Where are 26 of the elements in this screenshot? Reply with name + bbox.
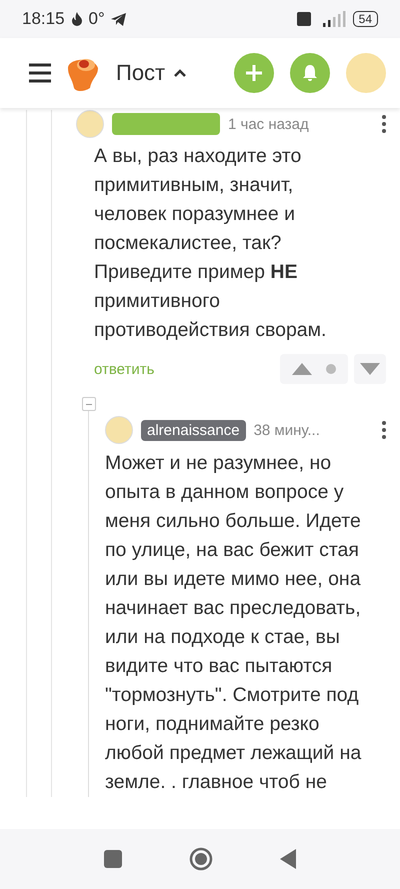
comment-text: А вы, раз находите это примитивным, значит, человек поразумнее и посмекалистее, так? Приведите пример НЕ примитивного противодействия сворам.	[94, 144, 328, 343]
more-icon[interactable]	[382, 115, 386, 133]
page-title-button[interactable]: Пост	[112, 60, 192, 86]
bell-icon	[302, 64, 318, 82]
notifications-button[interactable]	[290, 53, 330, 93]
comment-time: 1 час назад	[228, 116, 309, 132]
dot-icon	[326, 364, 336, 374]
comment-time: 38 мину...	[254, 422, 320, 438]
back-icon[interactable]	[280, 849, 296, 869]
flame-icon	[70, 12, 83, 26]
home-icon[interactable]	[188, 847, 213, 871]
triangle-up-icon	[292, 363, 312, 375]
status-time: 18:15	[22, 9, 65, 29]
plus-icon	[245, 64, 263, 82]
more-icon[interactable]	[382, 421, 386, 439]
username-badge[interactable]: alrenaissance	[141, 420, 246, 440]
battery-indicator: 54	[352, 11, 378, 27]
collapse-toggle[interactable]	[82, 397, 96, 411]
vote-up-button[interactable]	[280, 354, 348, 384]
recents-icon[interactable]	[104, 850, 122, 868]
triangle-down-icon	[360, 363, 380, 375]
temperature-text: 0°	[88, 9, 105, 29]
add-button[interactable]	[234, 53, 274, 93]
vote-down-button[interactable]	[354, 354, 386, 384]
menu-icon[interactable]	[28, 63, 52, 83]
comment-text: Может и не разумнее, но опыта в данном вопросе у меня сильно больше. Идете по улице, на вас бежит стая или вы идете мимо нее, она начинает вас преследовать, или на подходе к стае, вы видите что вас пытаются "тормознуть". Смотрите под ноги, поднимайте резко любой предмет лежащий на земле. . главное чтоб не	[105, 451, 362, 795]
